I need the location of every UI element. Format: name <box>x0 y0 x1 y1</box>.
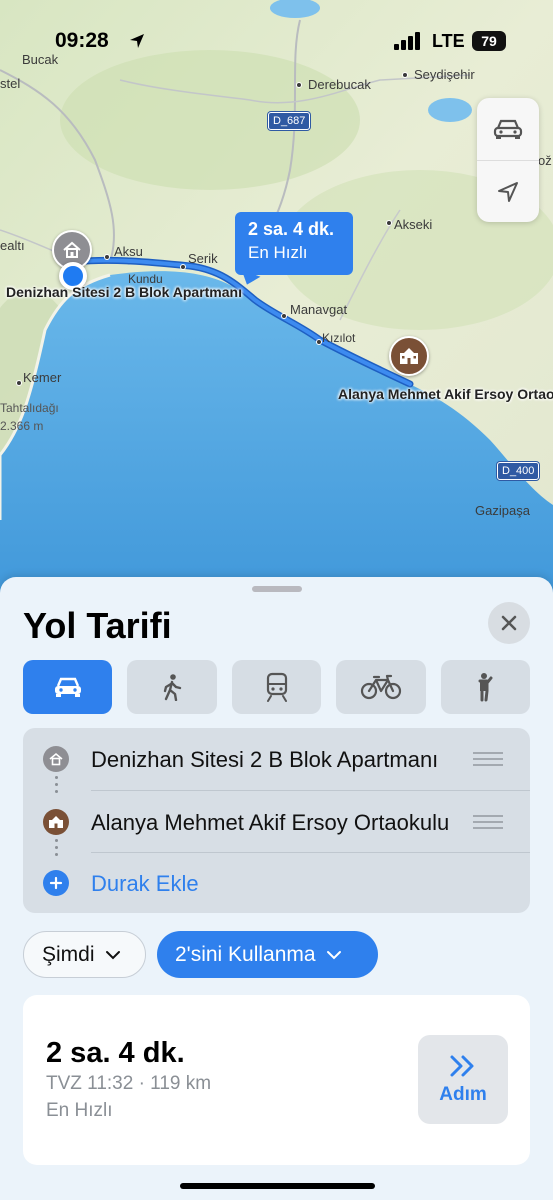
avoid-options-label: 2'sini Kullanma <box>175 942 316 966</box>
departure-time-button[interactable]: Şimdi <box>23 931 146 978</box>
origin-map-label: Denizhan Sitesi 2 B Blok Apartmanı <box>6 284 242 300</box>
status-carrier: LTE <box>432 31 465 51</box>
map-mode-button[interactable] <box>477 98 539 160</box>
mode-transit-button[interactable] <box>231 660 322 714</box>
route-details: TVZ 11:32 · 119 km <box>46 1073 212 1094</box>
map-dot <box>180 264 186 270</box>
route-type: En Hızlı <box>46 1100 113 1121</box>
map-dot <box>296 82 302 88</box>
route-callout[interactable]: 2 sa. 4 dk. En Hızlı <box>235 212 353 275</box>
map-label-tahtalidagi: Tahtalıdağı <box>0 401 59 415</box>
map-label-oz: ož <box>538 153 552 168</box>
map-label-aksu: Aksu <box>114 244 143 259</box>
signal-icon <box>394 32 420 50</box>
map-dot <box>386 220 392 226</box>
directions-sheet: Yol Tarifi Denizhan Sitesi 2 B Blok Apar… <box>0 577 553 1200</box>
avoid-options-button[interactable]: 2'sini Kullanma <box>157 931 378 978</box>
road-badge-d687: D_687 <box>268 112 311 130</box>
map-view[interactable]: Bucak stel Derebucak Seydişehir D_687 ož… <box>0 0 553 620</box>
steps-button-label: Adım <box>439 1083 487 1105</box>
house-icon <box>63 241 81 258</box>
departure-time-label: Şimdi <box>42 942 95 966</box>
transit-icon <box>266 672 287 702</box>
mode-rideshare-button[interactable] <box>440 660 531 714</box>
map-controls <box>477 98 539 222</box>
map-dot <box>281 313 287 319</box>
map-label-ealti: ealtı <box>0 238 25 253</box>
map-label-kizilot: Kızılot <box>322 331 356 345</box>
map-label-serik: Serik <box>188 251 218 266</box>
callout-type: En Hızlı <box>248 243 308 262</box>
map-label-elevation: 2.366 m <box>0 419 44 433</box>
route-stops-list: Denizhan Sitesi 2 B Blok Apartmanı Alany… <box>23 728 530 913</box>
route-option-card[interactable]: 2 sa. 4 dk. TVZ 11:32 · 119 km En Hızlı … <box>23 995 530 1165</box>
origin-stop-label: Denizhan Sitesi 2 B Blok Apartmanı <box>91 747 439 772</box>
transport-mode-selector <box>23 660 531 714</box>
house-icon <box>43 746 69 772</box>
chevron-down-icon <box>105 950 120 959</box>
add-stop-label: Durak Ekle <box>91 871 199 896</box>
sheet-grabber[interactable] <box>252 586 302 592</box>
map-dot <box>16 380 22 386</box>
location-services-icon <box>130 34 144 48</box>
map-label-kemer: Kemer <box>23 370 62 385</box>
sheet-title: Yol Tarifi <box>23 605 172 646</box>
map-label-akseki: Akseki <box>394 217 433 232</box>
double-chevron-right-icon <box>450 1055 474 1076</box>
plus-icon <box>43 870 69 896</box>
road-badge-d400: D_400 <box>497 462 540 480</box>
bicycle-icon <box>360 674 402 700</box>
map-label-gazipasa: Gazipaşa <box>475 503 530 518</box>
mode-drive-button[interactable] <box>23 660 113 714</box>
status-time: 09:28 <box>55 29 109 52</box>
rideshare-icon <box>478 673 493 702</box>
locate-button[interactable] <box>477 160 539 222</box>
drag-handle-icon[interactable] <box>473 752 503 770</box>
route-duration: 2 sa. 4 dk. <box>46 1037 185 1069</box>
battery-icon: 79 <box>472 31 506 51</box>
close-button[interactable] <box>488 602 530 644</box>
school-icon <box>400 348 418 364</box>
destination-stop-label: Alanya Mehmet Akif Ersoy Ortaokulu <box>91 810 450 835</box>
walk-icon <box>163 674 182 701</box>
destination-map-label: Alanya Mehmet Akif Ersoy Ortaokulu <box>338 386 553 402</box>
mode-cycle-button[interactable] <box>336 660 426 714</box>
location-arrow-icon <box>498 181 518 202</box>
chevron-down-icon <box>326 950 341 959</box>
school-icon <box>43 809 69 835</box>
add-stop-row[interactable]: Durak Ekle <box>23 852 530 914</box>
origin-stop-row[interactable]: Denizhan Sitesi 2 B Blok Apartmanı <box>23 728 530 790</box>
drag-handle-icon[interactable] <box>473 815 503 833</box>
destination-pin[interactable] <box>389 336 429 376</box>
car-icon <box>54 677 81 697</box>
callout-time: 2 sa. 4 dk. <box>248 219 335 239</box>
destination-stop-row[interactable]: Alanya Mehmet Akif Ersoy Ortaokulu <box>23 791 530 853</box>
map-background <box>0 0 553 620</box>
close-icon <box>501 615 517 631</box>
map-label-manavgat: Manavgat <box>290 302 348 317</box>
map-dot <box>104 254 110 260</box>
mode-walk-button[interactable] <box>127 660 217 714</box>
home-indicator[interactable] <box>180 1183 375 1189</box>
status-bar: 09:28 LTE 79 <box>0 0 553 80</box>
car-icon <box>493 119 523 139</box>
steps-button[interactable]: Adım <box>418 1035 508 1124</box>
